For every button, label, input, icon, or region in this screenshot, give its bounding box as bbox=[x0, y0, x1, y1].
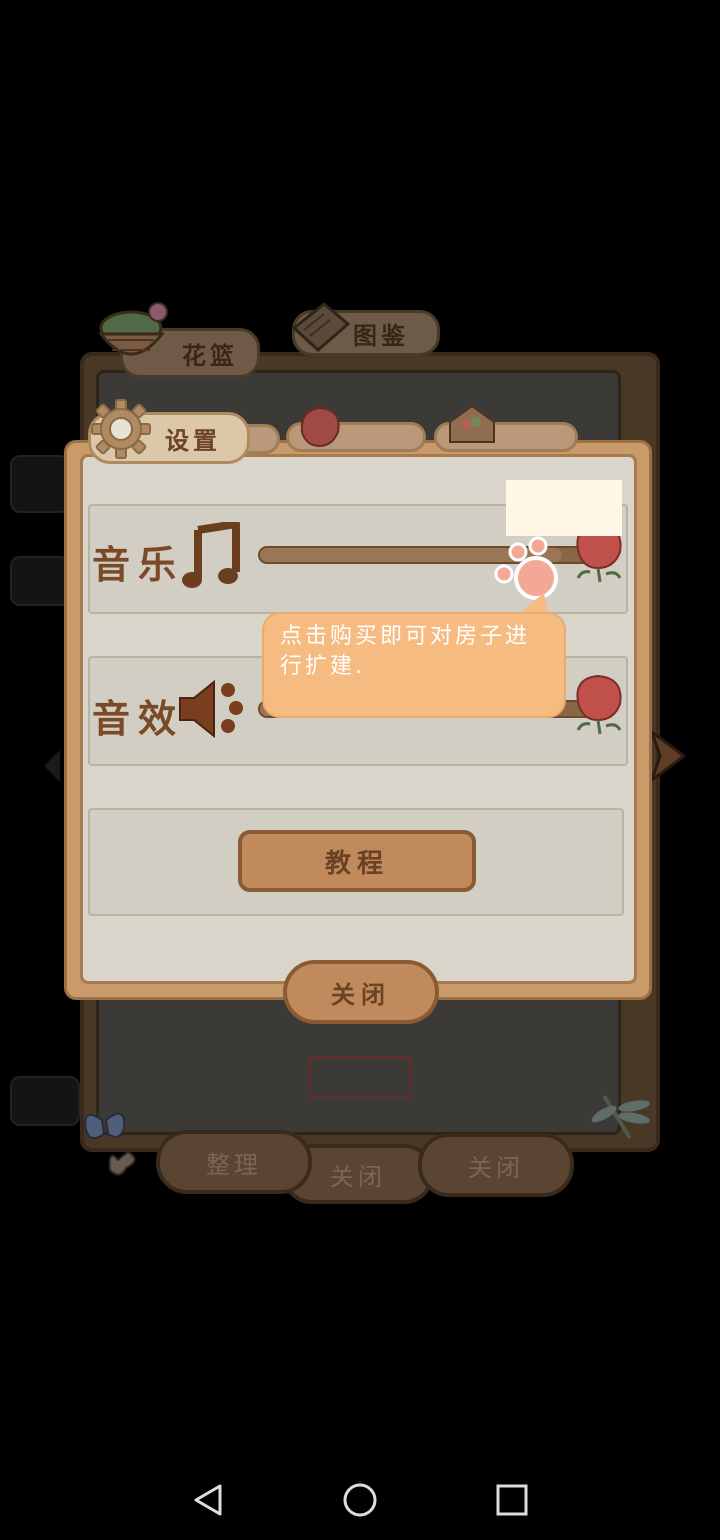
dragonfly-icon bbox=[590, 1090, 656, 1146]
tooltip-text: 点击购买即可对房子进行扩建. bbox=[280, 624, 531, 679]
back-close-button[interactable]: 关闭 bbox=[418, 1133, 574, 1197]
tab-basket-label: 花篮 bbox=[182, 341, 238, 370]
gear-icon bbox=[90, 398, 152, 460]
ghost-side-item bbox=[10, 455, 70, 513]
rose-knob-sfx[interactable] bbox=[568, 672, 628, 736]
prev-arrow-icon[interactable] bbox=[40, 748, 64, 784]
rose-icon bbox=[296, 404, 344, 448]
system-nav-bar bbox=[0, 1460, 720, 1540]
paw-pointer-icon bbox=[490, 536, 560, 602]
ghost-side-item bbox=[10, 556, 70, 606]
speaker-icon bbox=[178, 676, 248, 742]
sort-button[interactable]: 整理 bbox=[156, 1130, 312, 1194]
home-icon[interactable] bbox=[342, 1482, 378, 1518]
music-label: 音乐 bbox=[92, 543, 185, 587]
back-icon[interactable] bbox=[190, 1482, 226, 1518]
back-close-label: 关闭 bbox=[330, 1162, 386, 1191]
tutorial-button[interactable]: 教程 bbox=[238, 830, 476, 892]
sfx-label: 音效 bbox=[92, 697, 185, 741]
recents-icon[interactable] bbox=[496, 1484, 528, 1516]
tooltip-bubble: 点击购买即可对房子进行扩建. bbox=[262, 612, 566, 718]
back-close-right-label: 关闭 bbox=[468, 1153, 524, 1182]
tutorial-label: 教程 bbox=[324, 848, 389, 879]
item-slot-outline bbox=[309, 1056, 411, 1098]
tab-settings-label: 设置 bbox=[165, 426, 221, 455]
basket-icon bbox=[96, 300, 170, 370]
envelope-icon bbox=[446, 402, 498, 446]
butterfly-icon bbox=[80, 1100, 140, 1180]
close-button[interactable]: 关闭 bbox=[283, 960, 439, 1024]
close-label: 关闭 bbox=[331, 980, 391, 1009]
tutorial-highlight bbox=[506, 480, 622, 536]
music-note-icon bbox=[180, 520, 244, 592]
tab-catalog-label: 图鉴 bbox=[353, 321, 409, 350]
book-icon bbox=[290, 298, 352, 354]
ghost-side-item bbox=[10, 1076, 80, 1126]
sort-label: 整理 bbox=[206, 1150, 262, 1179]
